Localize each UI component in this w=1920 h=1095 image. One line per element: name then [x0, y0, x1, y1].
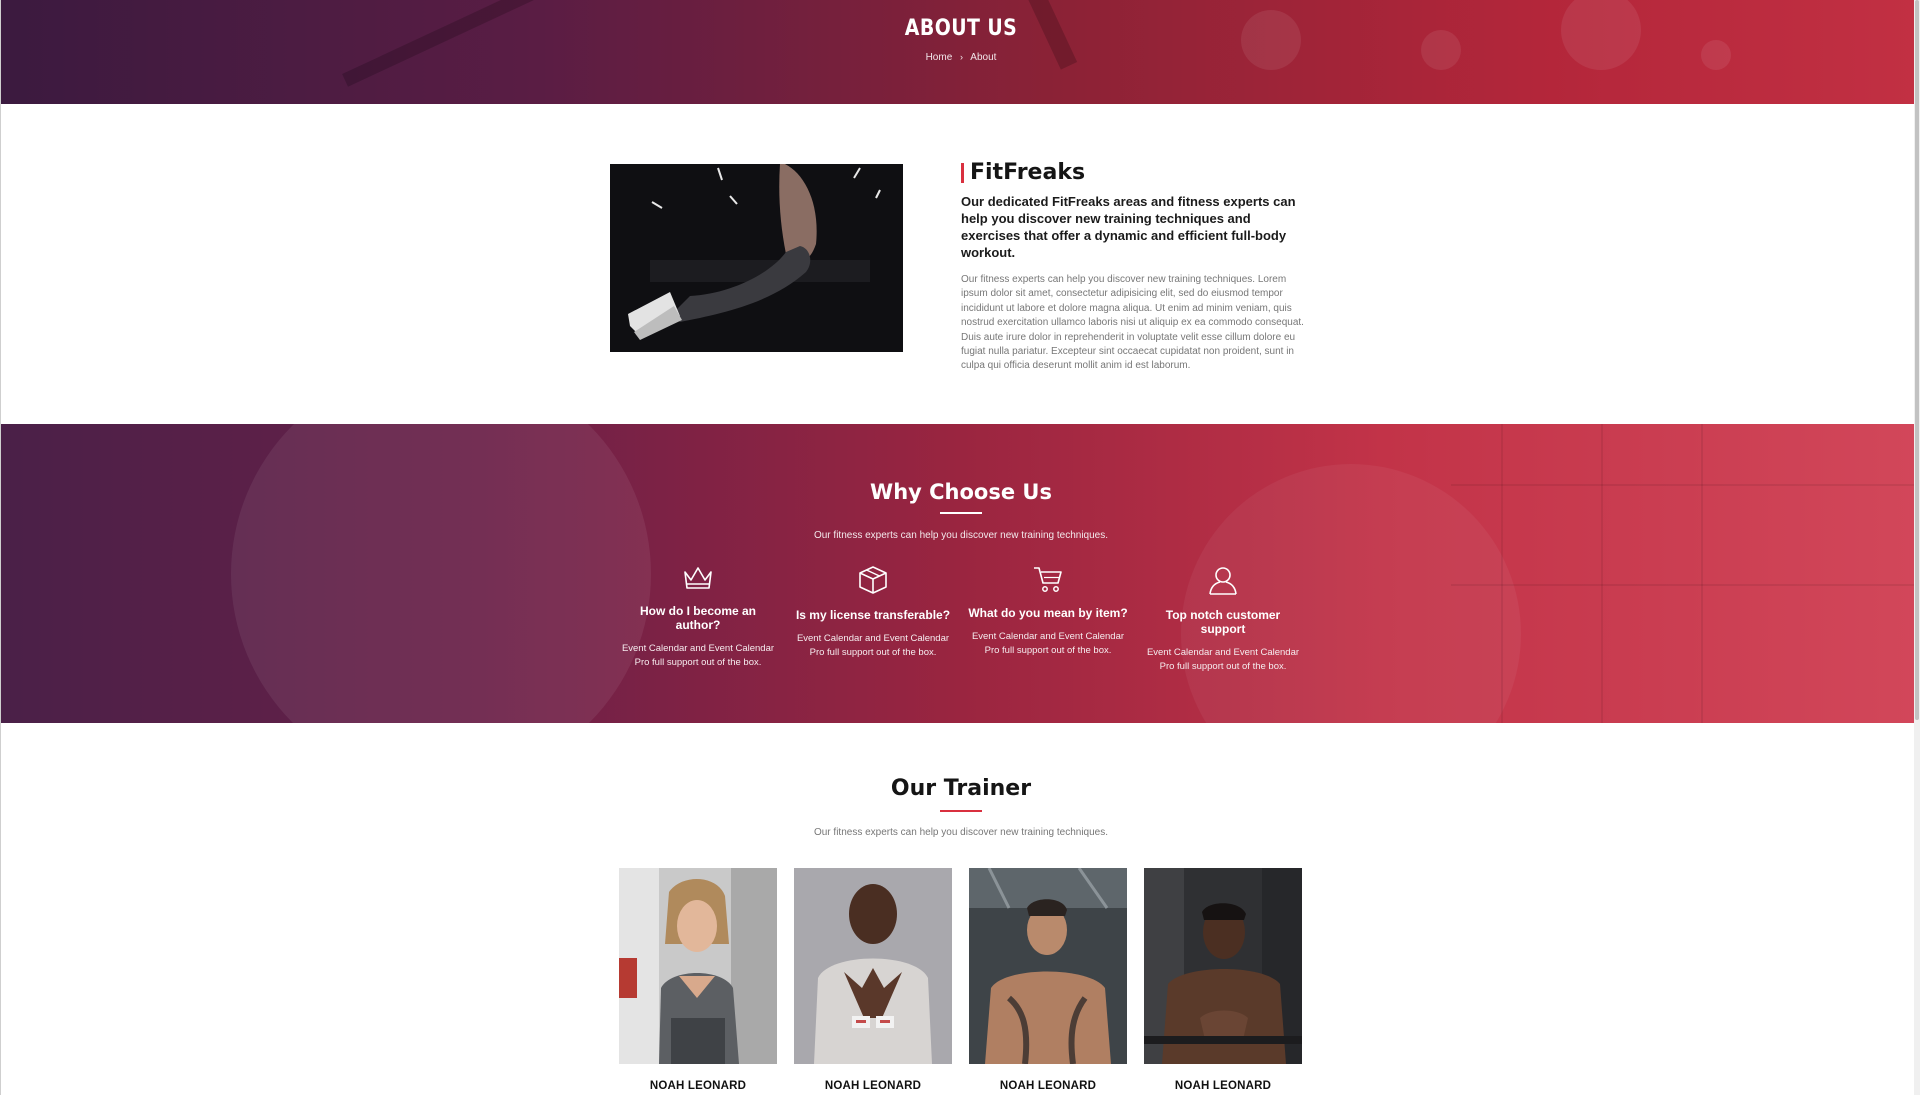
feature-description: Event Calendar and Event Calendar Pro fu… [796, 633, 950, 658]
about-body: Our fitness experts can help you discove… [961, 274, 1304, 372]
breadcrumb-current: About [970, 52, 997, 63]
trainer-name: NOAH LEONARD [1174, 1080, 1272, 1092]
bg-grid-line [1601, 424, 1603, 723]
feature-description: Event Calendar and Event Calendar Pro fu… [971, 631, 1125, 656]
feature-description: Event Calendar and Event Calendar Pro fu… [1146, 647, 1300, 672]
why-title-underline [940, 512, 982, 514]
bg-athlete-shape [231, 424, 651, 723]
why-choose-us-section: Why Choose Us Our fitness experts can he… [1, 424, 1920, 723]
trainer-photo[interactable] [794, 868, 952, 1064]
trainer-name: NOAH LEONARD [999, 1080, 1097, 1092]
brand-name: FitFreaks [970, 160, 1086, 185]
trainer-name: NOAH LEONARD [649, 1080, 747, 1092]
trainers-title-underline [940, 810, 982, 812]
bg-grid-line [1451, 584, 1920, 586]
trainer-photo[interactable] [619, 868, 777, 1064]
feature-description: Event Calendar and Event Calendar Pro fu… [621, 643, 775, 668]
why-title: Why Choose Us [870, 480, 1052, 504]
trainer-photo[interactable] [1144, 868, 1302, 1064]
about-page: ABOUT US Home › About FitFreaks Our dedi… [0, 0, 1920, 1095]
crown-icon [684, 567, 712, 589]
feature-title: Is my license transferable? [795, 608, 951, 622]
feature-title: What do you mean by item? [968, 606, 1128, 620]
feature-item: What do you mean by item? Event Calendar… [968, 564, 1128, 658]
trainers-title: Our Trainer [890, 776, 1032, 801]
feature-title: Top notch customer support [1165, 608, 1281, 636]
page-hero: ABOUT US Home › About [1, 0, 1920, 104]
trainer-photo[interactable] [969, 868, 1127, 1064]
user-icon [1209, 567, 1237, 595]
breadcrumb-separator-icon: › [960, 52, 964, 62]
feature-title: How do I become an author? [639, 604, 756, 632]
about-content: FitFreaks Our dedicated FitFreaks areas … [961, 160, 1313, 374]
trainer-card[interactable]: NOAH LEONARD [619, 868, 777, 1092]
hero-dumbbell-shape [342, 0, 620, 87]
page-scrollbar[interactable] [1914, 0, 1920, 1095]
trainers-subtitle: Our fitness experts can help you discove… [813, 827, 1109, 838]
bg-grid-line [1501, 424, 1503, 723]
feature-item: How do I become an author? Event Calenda… [618, 564, 778, 670]
about-brand-heading: FitFreaks [961, 160, 1313, 185]
page-title: ABOUT US [904, 16, 1018, 41]
box-icon [859, 566, 887, 594]
trainer-name: NOAH LEONARD [824, 1080, 922, 1092]
trainer-card[interactable]: NOAH LEONARD [969, 868, 1127, 1092]
trainer-card[interactable]: NOAH LEONARD [1144, 868, 1302, 1092]
heading-accent-bar [961, 162, 964, 183]
breadcrumb: Home › About [1, 52, 1920, 63]
why-subtitle: Our fitness experts can help you discove… [813, 530, 1109, 541]
breadcrumb-home-link[interactable]: Home [926, 52, 953, 63]
cart-icon [1034, 567, 1062, 592]
about-photo-athlete [610, 164, 903, 352]
scrollbar-thumb[interactable] [1915, 0, 1919, 720]
feature-item: Top notch customer support Event Calenda… [1143, 564, 1303, 674]
trainer-card[interactable]: NOAH LEONARD [794, 868, 952, 1092]
bg-grid-line [1701, 424, 1703, 723]
feature-item: Is my license transferable? Event Calend… [793, 564, 953, 660]
about-lead: Our dedicated FitFreaks areas and fitnes… [961, 194, 1296, 260]
